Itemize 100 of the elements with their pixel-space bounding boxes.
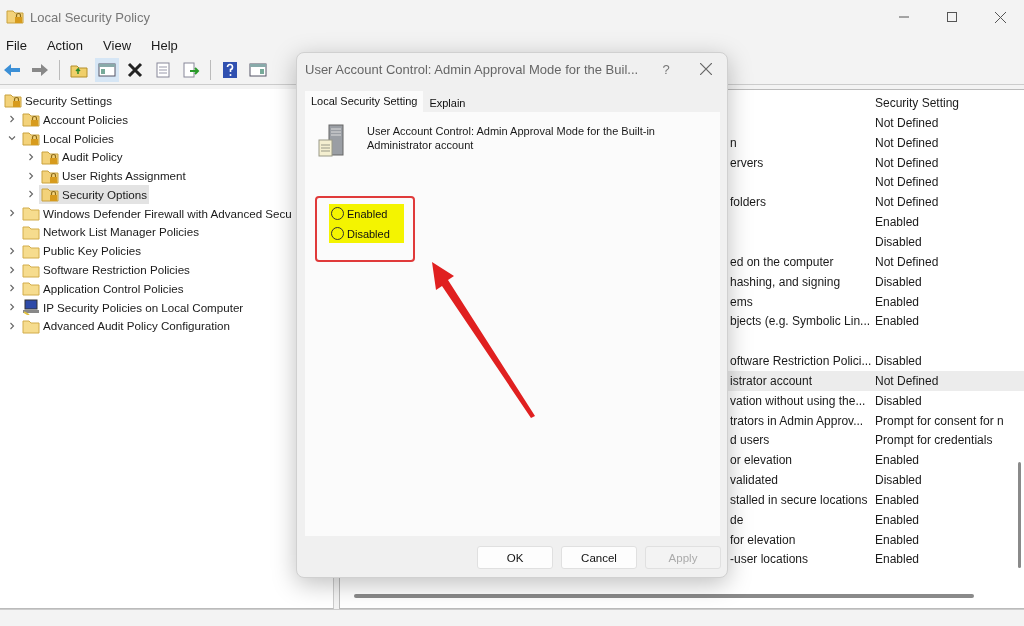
policy-name: vation without using the... [730, 393, 866, 408]
folder-icon [22, 261, 40, 278]
setting-value: Not Defined [875, 175, 939, 190]
policy-name: ervers [730, 155, 764, 170]
policy-name: bjects (e.g. Symbolic Lin... [730, 314, 871, 329]
setting-value: Prompt for credentials [875, 433, 993, 448]
policy-description: User Account Control: Admin Approval Mode for the Built-in Administrator account [367, 124, 656, 153]
folder-icon [22, 280, 40, 297]
expand-chevron-icon[interactable] [8, 209, 16, 218]
app-icon [6, 7, 24, 24]
setting-value: Disabled [875, 354, 922, 369]
forward-arrow-icon [31, 63, 49, 77]
tab[interactable]: Local Security Setting [305, 91, 424, 112]
expand-chevron-icon[interactable] [8, 134, 16, 142]
close-icon [700, 63, 712, 75]
properties-icon [155, 62, 171, 78]
column-header[interactable]: Security Setting [875, 96, 960, 110]
setting-value: Enabled [875, 314, 920, 329]
tree-item[interactable]: Audit Policy [39, 147, 125, 167]
help-button[interactable]: ? [651, 61, 681, 77]
policy-name: trators in Admin Approv... [730, 413, 864, 428]
locked-folder-icon [4, 92, 22, 109]
tree-item[interactable]: Network List Manager Policies [20, 222, 201, 242]
setting-value: Enabled [875, 492, 920, 507]
locked-folder-icon [22, 130, 40, 146]
setting-value: Disabled [875, 393, 922, 408]
folder-icon [22, 224, 40, 240]
expand-chevron-icon[interactable] [8, 265, 16, 274]
computer-icon [22, 299, 40, 316]
folder-icon [22, 317, 40, 334]
tree-item[interactable]: Account Policies [20, 109, 131, 129]
help-icon [222, 61, 238, 79]
tree-item[interactable]: Security Options [39, 184, 150, 204]
folder-icon [22, 205, 40, 222]
expand-chevron-icon[interactable] [8, 303, 16, 312]
close-icon [994, 11, 1006, 23]
setting-value: Disabled [875, 473, 922, 488]
setting-value: Enabled [875, 532, 920, 547]
tree-item[interactable]: Windows Defender Firewall with Advanced Secu [20, 203, 294, 223]
radio-button[interactable]: Enabled [331, 207, 402, 220]
policy-name: istrator account [730, 373, 813, 388]
setting-value: Not Defined [875, 373, 939, 388]
expand-chevron-icon[interactable] [8, 246, 16, 255]
policy-name: or elevation [730, 453, 793, 468]
tree-item[interactable]: Local Policies [20, 128, 116, 148]
setting-value: Disabled [875, 274, 922, 289]
tree-item[interactable]: User Rights Assignment [39, 166, 188, 186]
locked-folder-icon [41, 148, 59, 165]
policy-name: oftware Restriction Polici... [730, 354, 872, 369]
policy-name: n [730, 135, 737, 150]
policy-name: d users [730, 433, 770, 448]
maximize-icon [947, 12, 957, 22]
window-title: Local Security Policy [30, 9, 151, 25]
expand-chevron-icon[interactable] [8, 284, 16, 293]
tree-item[interactable]: Advanced Audit Policy Configuration [20, 316, 232, 336]
expand-chevron-icon[interactable] [8, 115, 16, 124]
setting-value: Enabled [875, 453, 920, 468]
export-list-icon [182, 62, 200, 78]
dialog-button[interactable]: OK [477, 546, 553, 569]
menu-item[interactable]: Action [40, 37, 90, 53]
radio-button[interactable]: Disabled [331, 227, 402, 240]
tree-item[interactable]: Security Settings [2, 90, 114, 110]
horizontal-scrollbar[interactable] [354, 594, 974, 598]
setting-value: Not Defined [875, 135, 939, 150]
folder-icon [22, 242, 40, 259]
show-pane-icon [249, 62, 267, 78]
pane-toggle-icon [98, 62, 116, 78]
expand-chevron-icon[interactable] [27, 152, 35, 161]
vertical-scrollbar[interactable] [1018, 462, 1021, 568]
locked-folder-icon [41, 167, 59, 184]
menu-item[interactable]: Help [145, 37, 184, 53]
expand-chevron-icon[interactable] [8, 321, 16, 330]
policy-name: ed on the computer [730, 254, 834, 269]
menu-item[interactable]: File [0, 37, 33, 53]
folder-up-icon [70, 62, 88, 78]
policy-name: validated [730, 473, 779, 488]
delete-icon [127, 62, 143, 78]
setting-value: Not Defined [875, 195, 939, 210]
setting-value: Enabled [875, 512, 920, 527]
tree-item[interactable]: Public Key Policies [20, 241, 143, 261]
tree-item[interactable]: IP Security Policies on Local Computer [20, 297, 246, 317]
policy-name: hashing, and signing [730, 274, 841, 289]
policy-name: ems [730, 294, 753, 309]
locked-folder-icon [22, 111, 40, 128]
policy-name: -user locations [730, 552, 809, 567]
policy-name: for elevation [730, 532, 796, 547]
dialog-title: User Account Control: Admin Approval Mode for the Buil... [305, 61, 640, 77]
tree-item[interactable]: Software Restriction Policies [20, 260, 192, 280]
dialog-button[interactable]: Cancel [561, 546, 637, 569]
expand-chevron-icon[interactable] [27, 171, 35, 180]
policy-name: stalled in secure locations [730, 492, 868, 507]
menu-item[interactable]: View [97, 37, 138, 53]
setting-value: Enabled [875, 294, 920, 309]
setting-value: Enabled [875, 552, 920, 567]
tree-item[interactable]: Application Control Policies [20, 278, 186, 298]
policy-name: folders [730, 195, 767, 210]
expand-chevron-icon[interactable] [27, 190, 35, 199]
setting-value: Not Defined [875, 155, 939, 170]
back-arrow-icon [3, 63, 21, 77]
tab[interactable]: Explain [423, 94, 472, 112]
